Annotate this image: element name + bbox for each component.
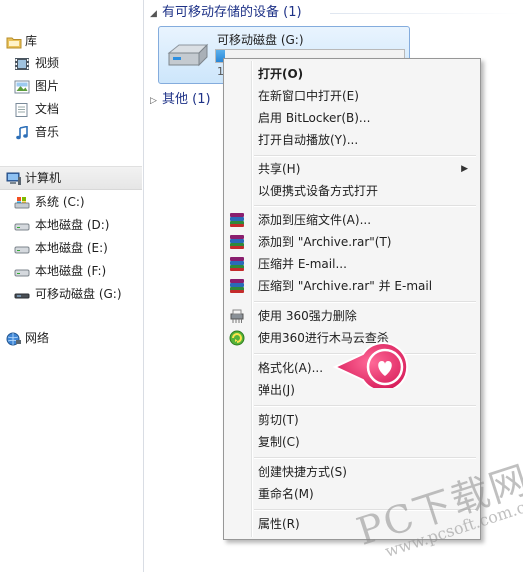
submenu-arrow-icon: ▶ xyxy=(461,164,468,174)
removable-disk-icon xyxy=(14,287,30,301)
menu-separator xyxy=(254,155,476,157)
collapse-triangle-icon: ◢ xyxy=(150,9,157,19)
menu-item-create-shortcut[interactable]: 创建快捷方式(S) xyxy=(226,461,476,483)
menu-item-bitlocker[interactable]: 启用 BitLocker(B)... xyxy=(226,107,476,129)
local-disk-icon xyxy=(14,264,30,278)
360-security-icon xyxy=(229,330,245,346)
group-header-other[interactable]: ▷ 其他 (1) xyxy=(150,89,211,111)
computer-icon xyxy=(6,171,22,185)
menu-item-autoplay[interactable]: 打开自动播放(Y)... xyxy=(226,129,476,151)
context-menu: 打开(O) 在新窗口中打开(E) 启用 BitLocker(B)... 打开自动… xyxy=(223,58,481,540)
music-icon xyxy=(14,125,30,140)
menu-item-add-to-archive-rar[interactable]: 添加到 "Archive.rar"(T) xyxy=(226,231,476,253)
winrar-icon xyxy=(229,278,245,294)
library-icon xyxy=(6,34,22,49)
shredder-icon xyxy=(229,308,245,324)
menu-item-portable-device[interactable]: 以便携式设备方式打开 xyxy=(226,180,476,202)
menu-item-open-new-window[interactable]: 在新窗口中打开(E) xyxy=(226,85,476,107)
menu-item-compress-email[interactable]: 压缩并 E-mail... xyxy=(226,253,476,275)
removable-disk-name: 可移动磁盘 (G:) xyxy=(217,33,304,47)
group-header-removable[interactable]: ◢ 有可移动存储的设备 (1) xyxy=(150,2,302,24)
menu-item-open[interactable]: 打开(O) xyxy=(226,63,476,85)
system-drive-icon xyxy=(14,195,30,209)
menu-item-copy[interactable]: 复制(C) xyxy=(226,431,476,453)
local-disk-icon xyxy=(14,241,30,255)
nav-item-computer[interactable]: 计算机 xyxy=(0,166,142,190)
menu-item-rename[interactable]: 重命名(M) xyxy=(226,483,476,505)
heart-pointer-annotation xyxy=(332,334,413,392)
removable-drive-large-icon xyxy=(165,41,211,71)
menu-item-properties[interactable]: 属性(R) xyxy=(226,513,476,535)
menu-separator xyxy=(254,509,476,511)
group-divider xyxy=(330,13,520,14)
documents-icon xyxy=(14,102,30,117)
menu-separator xyxy=(254,205,476,207)
menu-separator xyxy=(254,405,476,407)
navigation-pane: 库 视频 图片 文档 音乐 计算机 系统 (C:) 本地磁盘 (D:) 本地磁盘… xyxy=(0,0,144,572)
menu-item-compress-rar-email[interactable]: 压缩到 "Archive.rar" 并 E-mail xyxy=(226,275,476,297)
pictures-icon xyxy=(14,79,30,94)
winrar-icon xyxy=(229,212,245,228)
winrar-icon xyxy=(229,234,245,250)
expand-triangle-icon: ▷ xyxy=(150,96,157,106)
menu-separator xyxy=(254,457,476,459)
winrar-icon xyxy=(229,256,245,272)
menu-item-share[interactable]: 共享(H) ▶ xyxy=(226,158,476,180)
local-disk-icon xyxy=(14,218,30,232)
video-icon xyxy=(14,56,30,70)
menu-item-cut[interactable]: 剪切(T) xyxy=(226,409,476,431)
menu-item-add-to-archive[interactable]: 添加到压缩文件(A)... xyxy=(226,209,476,231)
menu-separator xyxy=(254,301,476,303)
network-icon xyxy=(6,331,22,346)
menu-item-360-force-delete[interactable]: 使用 360强力删除 xyxy=(226,305,476,327)
